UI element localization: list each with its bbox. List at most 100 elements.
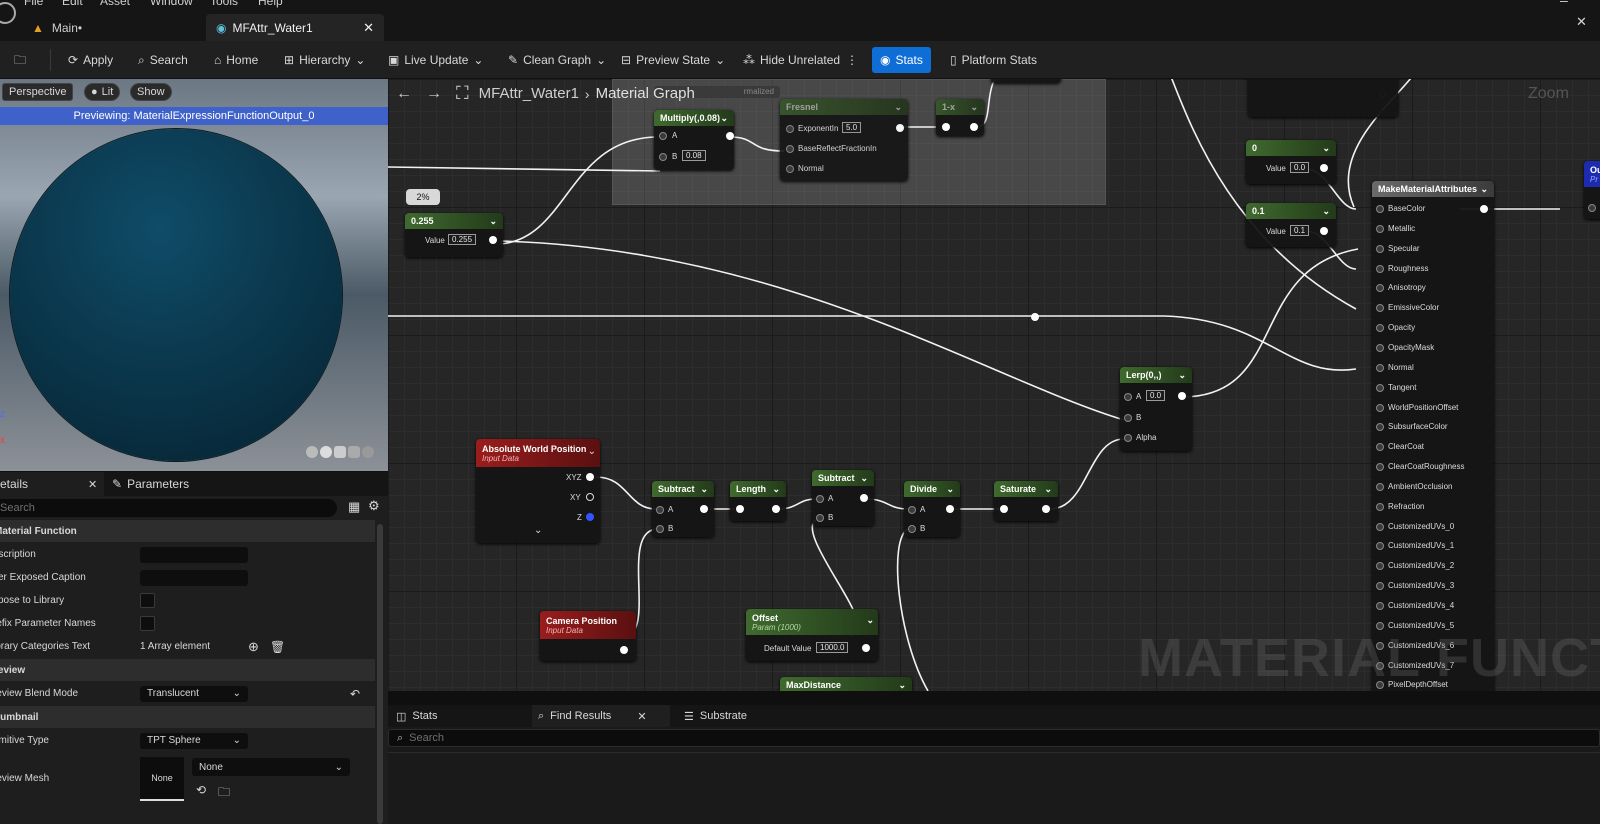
multiply-b-value[interactable]: 0.08	[682, 150, 706, 161]
node-divide[interactable]: Divide ⌄ A B	[904, 481, 960, 537]
input-pin[interactable]	[659, 132, 667, 140]
section-preview[interactable]: review	[0, 659, 375, 681]
node-constant-01[interactable]: 0.1 ⌄ Value 0.1	[1246, 203, 1336, 247]
breadcrumb-graph[interactable]: Material Graph	[596, 85, 695, 102]
input-pin[interactable]	[1376, 343, 1384, 352]
search-button[interactable]: ⌕ Search	[138, 47, 188, 73]
user-exposed-caption-field[interactable]	[140, 569, 248, 586]
node-make-material-attributes[interactable]: MakeMaterialAttributes ⌄ BaseColor Metalli…	[1372, 181, 1494, 691]
plane-icon[interactable]	[334, 446, 346, 458]
input-pin[interactable]	[1124, 414, 1132, 422]
hierarchy-button[interactable]: ⊞ Hierarchy ⌄	[284, 47, 365, 73]
prefix-parameter-names-checkbox[interactable]	[140, 616, 155, 631]
menu-window[interactable]: Window	[150, 0, 193, 8]
browse-icon[interactable]: 🗀	[218, 783, 230, 804]
output-pin[interactable]	[772, 505, 780, 513]
output-pin[interactable]	[1320, 164, 1328, 172]
platform-stats-button[interactable]: ▯ Platform Stats	[950, 47, 1037, 73]
expand-chevron-icon[interactable]: ⌄	[534, 525, 542, 536]
node-one-minus[interactable]: 1-x ⌄	[936, 99, 984, 136]
show-button[interactable]: Show	[130, 83, 172, 101]
input-pin[interactable]	[816, 495, 824, 503]
teapot-icon[interactable]	[362, 446, 374, 458]
stats-button[interactable]: ◉ Stats	[872, 47, 931, 73]
node-absolute-world-position[interactable]: Absolute World Position Input Data ⌄ XYZ …	[476, 439, 600, 543]
output-pin[interactable]	[862, 644, 870, 652]
node-multiply[interactable]: Multiply(,0.08) ⌄ A B 0.08	[654, 110, 734, 170]
use-selected-icon[interactable]: ⟲	[196, 783, 206, 797]
home-button[interactable]: ⌂ Home	[214, 47, 258, 73]
input-pin[interactable]	[1376, 602, 1384, 610]
node-top-partial[interactable]	[991, 79, 1061, 83]
minimize-icon[interactable]: –	[1560, 0, 1568, 8]
section-thumbnail[interactable]: humbnail	[0, 706, 375, 728]
tab-parameters[interactable]: ✎ Parameters	[112, 472, 189, 496]
input-pin[interactable]	[786, 125, 794, 133]
gear-icon[interactable]: ⚙	[368, 498, 380, 514]
tab-details[interactable]: etails ✕	[0, 472, 104, 496]
hide-unrelated-button[interactable]: ⁂ Hide Unrelated	[743, 47, 840, 73]
output-pin[interactable]	[620, 646, 628, 654]
cylinder-icon[interactable]	[306, 446, 318, 458]
input-pin[interactable]	[1376, 284, 1384, 293]
input-pin[interactable]	[1000, 505, 1008, 513]
primitive-type-dropdown[interactable]: TPT Sphere ⌄	[140, 732, 248, 749]
tab-mfattr-water[interactable]: ◉ MFAttr_Water1 ✕	[206, 14, 384, 41]
input-pin[interactable]	[1124, 434, 1132, 442]
section-material-function[interactable]: Material Function	[0, 520, 375, 542]
input-pin[interactable]	[1376, 502, 1384, 511]
lerp-a-value[interactable]: 0.0	[1146, 390, 1166, 401]
output-pin[interactable]	[896, 124, 904, 132]
node-function-output[interactable]: Ou Pr	[1584, 161, 1600, 219]
constant-01-value[interactable]: 0.1	[1290, 225, 1310, 236]
input-pin[interactable]	[1376, 324, 1384, 333]
input-pin[interactable]	[1376, 304, 1384, 313]
output-pin[interactable]	[586, 473, 594, 481]
input-pin[interactable]	[786, 145, 794, 153]
input-pin[interactable]	[786, 165, 794, 173]
mesh-thumbnail[interactable]: None	[140, 757, 184, 801]
input-pin[interactable]	[1376, 224, 1384, 233]
input-pin[interactable]	[1376, 562, 1384, 571]
cube-icon[interactable]	[348, 446, 360, 458]
input-pin[interactable]	[656, 506, 664, 514]
expose-to-library-checkbox[interactable]	[140, 593, 155, 608]
input-pin[interactable]	[1376, 383, 1384, 392]
comment-bubble[interactable]: 2%	[406, 189, 440, 205]
input-pin[interactable]	[1376, 244, 1384, 253]
menu-tools[interactable]: Tools	[210, 0, 238, 8]
browse-asset-button[interactable]: 🗀	[14, 47, 26, 73]
sphere-icon[interactable]	[320, 446, 332, 458]
forward-arrow-icon[interactable]: →	[426, 85, 442, 103]
input-pin[interactable]	[942, 123, 950, 131]
input-pin[interactable]	[656, 525, 664, 533]
node-saturate[interactable]: Saturate ⌄	[994, 481, 1058, 521]
menu-help[interactable]: Help	[258, 0, 283, 8]
input-pin[interactable]	[1376, 463, 1384, 472]
input-pin[interactable]	[1376, 403, 1384, 412]
output-pin[interactable]	[1178, 392, 1186, 400]
clean-graph-button[interactable]: ✎ Clean Graph ⌄	[508, 47, 606, 73]
close-window-icon[interactable]: ✕	[1576, 14, 1587, 30]
node-constant-0[interactable]: 0 ⌄ Value 0.0	[1246, 140, 1336, 184]
perspective-button[interactable]: Perspective	[2, 83, 74, 101]
output-pin[interactable]	[586, 513, 594, 521]
output-pin[interactable]	[1480, 205, 1488, 213]
node-top-right-partial[interactable]	[1248, 79, 1398, 117]
node-fresnel[interactable]: Fresnel ⌄ ExponentIn 5.0 BaseReflectFract…	[780, 99, 908, 181]
input-pin[interactable]	[908, 506, 916, 514]
input-pin[interactable]	[1376, 542, 1384, 551]
input-pin[interactable]	[1376, 264, 1384, 273]
input-pin[interactable]	[1376, 522, 1384, 531]
node-offset-param[interactable]: Offset Param (1000) ⌄ Default Value 1000…	[746, 609, 878, 661]
details-search-input[interactable]: Search	[0, 499, 337, 517]
output-pin[interactable]	[1042, 505, 1050, 513]
add-element-icon[interactable]: ⊕	[248, 639, 259, 655]
input-pin[interactable]	[1588, 204, 1596, 212]
offset-default-value[interactable]: 1000.0	[816, 642, 849, 653]
output-pin[interactable]	[946, 505, 954, 513]
breadcrumb-asset[interactable]: MFAttr_Water1	[479, 85, 579, 102]
details-scrollbar[interactable]	[377, 524, 383, 824]
node-constant-0255[interactable]: 0.255 ⌄ Value 0.255	[405, 213, 503, 257]
input-pin[interactable]	[1376, 482, 1384, 491]
